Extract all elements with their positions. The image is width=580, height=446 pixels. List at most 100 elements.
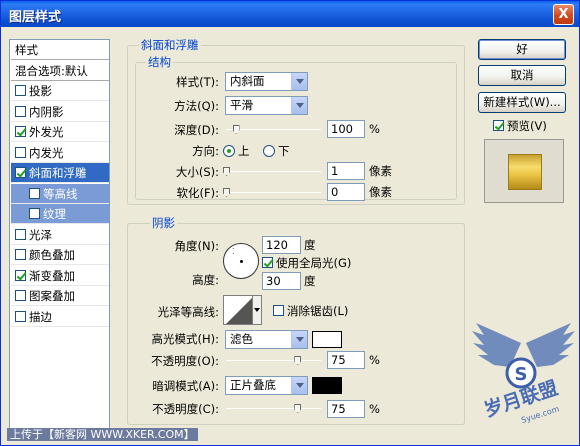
highlight-mode-select[interactable]: 滤色 (225, 330, 308, 349)
highlight-opacity-slider[interactable] (226, 356, 321, 366)
bevel-style-select[interactable]: 内斜面 (225, 72, 308, 91)
style-list-item-label: 斜面和浮雕 (29, 166, 87, 180)
highlight-opacity-thumb[interactable] (294, 356, 302, 365)
checkbox-checked-icon (262, 257, 273, 268)
style-list-item[interactable]: 混合选项:默认 (11, 61, 109, 81)
angle-dial[interactable]: ⁚ (223, 243, 259, 279)
style-list-item-label: 投影 (29, 84, 52, 98)
shadow-opacity-track (226, 408, 321, 409)
depth-slider-thumb[interactable] (232, 125, 240, 134)
style-list: 样式 混合选项:默认投影内阴影外发光 内发光斜面和浮雕等高线纹理光泽颜色叠加渐变叠加… (9, 39, 110, 437)
size-label: 大小(S): (175, 165, 219, 179)
shadow-opacity-slider[interactable] (226, 404, 321, 414)
technique-label: 方法(Q): (174, 99, 219, 113)
style-label: 样式(T): (176, 75, 219, 89)
angle-dot (240, 260, 243, 263)
direction-down-label: 下 (278, 144, 290, 158)
altitude-label: 高度: (192, 273, 219, 287)
soften-input[interactable]: 0 (327, 183, 365, 201)
global-light-checkbox[interactable]: 使用全局光(G) (262, 255, 351, 271)
shadow-mode-value: 正片叠底 (230, 378, 276, 392)
title-bar[interactable]: 图层样式 X (1, 1, 579, 27)
ok-button[interactable]: 好 (478, 39, 566, 60)
style-list-item[interactable]: 内阴影 (11, 102, 109, 122)
gloss-contour-dropdown[interactable] (252, 295, 262, 325)
checkbox-unchecked-icon[interactable] (15, 228, 26, 240)
shadow-mode-select[interactable]: 正片叠底 (225, 376, 308, 395)
checkbox-unchecked-icon[interactable] (15, 290, 26, 301)
shadow-opacity-label: 不透明度(C): (152, 402, 219, 416)
technique-value: 平滑 (230, 98, 253, 112)
close-button[interactable]: X (553, 4, 574, 25)
checkbox-checked-icon[interactable] (15, 167, 26, 178)
soften-slider[interactable] (223, 188, 321, 198)
style-list-item[interactable]: 样式 (11, 40, 109, 60)
style-list-item-label: 图案叠加 (29, 289, 75, 303)
structure-title: 结构 (146, 55, 173, 69)
depth-input[interactable]: 100 (327, 120, 365, 138)
style-list-item[interactable]: 等高线 (11, 183, 109, 204)
checkbox-unchecked-icon[interactable] (29, 187, 40, 199)
style-list-item[interactable]: 投影 (11, 81, 109, 101)
shadow-opacity-thumb[interactable] (294, 404, 302, 413)
preview-checkbox[interactable]: 预览(V) (493, 118, 547, 134)
style-list-item[interactable]: 渐变叠加 (11, 266, 109, 286)
size-slider[interactable] (223, 167, 321, 177)
style-list-item[interactable]: 颜色叠加 (11, 245, 109, 265)
style-list-item-label: 内阴影 (29, 104, 64, 119)
checkbox-checked-icon[interactable] (15, 126, 26, 137)
soften-label: 软化(F): (176, 186, 219, 200)
chevron-down-icon (291, 377, 307, 394)
contour-curve-icon (226, 296, 254, 324)
style-list-item[interactable]: 纹理 (11, 204, 109, 224)
checkbox-unchecked-icon[interactable] (15, 146, 26, 158)
size-input[interactable]: 1 (327, 162, 365, 180)
style-list-item-label: 纹理 (43, 207, 66, 221)
style-list-item-label: 颜色叠加 (29, 248, 75, 262)
soften-slider-track (226, 192, 321, 193)
direction-down-radio[interactable]: 下 (263, 143, 290, 159)
radio-on-icon (223, 145, 235, 157)
checkbox-unchecked-icon[interactable] (15, 85, 26, 96)
direction-up-radio[interactable]: 上 (223, 143, 250, 159)
style-list-item[interactable]: 图案叠加 (11, 286, 109, 306)
cancel-button[interactable]: 取消 (478, 65, 566, 86)
bevel-emboss-title: 斜面和浮雕 (139, 38, 201, 52)
highlight-opacity-unit: % (369, 353, 380, 367)
depth-label: 深度(D): (174, 123, 219, 137)
checkbox-checked-icon[interactable] (15, 269, 26, 281)
style-list-item-label: 渐变叠加 (29, 268, 75, 283)
altitude-input[interactable]: 30 (262, 272, 301, 290)
style-list-item-label: 等高线 (43, 186, 78, 201)
depth-slider-track (226, 129, 321, 130)
direction-up-label: 上 (238, 144, 250, 158)
angle-input[interactable]: 120 (262, 236, 301, 254)
style-list-item[interactable]: 光泽 (11, 225, 109, 245)
chevron-down-icon (291, 97, 307, 114)
checkbox-unchecked-icon[interactable] (15, 105, 26, 117)
preview-label: 预览(V) (507, 119, 547, 133)
technique-select[interactable]: 平滑 (225, 96, 308, 115)
style-list-item[interactable]: 描边 (11, 307, 109, 327)
highlight-color-swatch[interactable] (312, 331, 342, 348)
angle-unit: 度 (304, 238, 316, 252)
new-style-button[interactable]: 新建样式(W)... (478, 92, 566, 113)
depth-slider[interactable] (226, 125, 321, 135)
checkbox-unchecked-icon (273, 305, 284, 316)
checkbox-unchecked-icon[interactable] (15, 310, 26, 322)
radio-off-icon (263, 145, 275, 157)
highlight-opacity-track (226, 360, 321, 361)
shadow-opacity-input[interactable]: 75 (327, 400, 365, 418)
angle-ticks: ⁚ (232, 247, 235, 256)
gloss-contour-preview[interactable] (223, 295, 255, 325)
style-list-item[interactable]: 内发光 (11, 143, 109, 163)
chevron-down-icon (291, 331, 307, 348)
style-list-item[interactable]: 外发光 (11, 122, 109, 142)
style-list-item[interactable]: 斜面和浮雕 (11, 163, 109, 183)
anti-alias-checkbox[interactable]: 消除锯齿(L) (273, 303, 348, 319)
highlight-opacity-input[interactable]: 75 (327, 351, 365, 369)
checkbox-unchecked-icon[interactable] (15, 249, 26, 260)
altitude-unit: 度 (304, 274, 316, 288)
checkbox-unchecked-icon[interactable] (29, 208, 40, 219)
shadow-color-swatch[interactable] (312, 377, 342, 394)
